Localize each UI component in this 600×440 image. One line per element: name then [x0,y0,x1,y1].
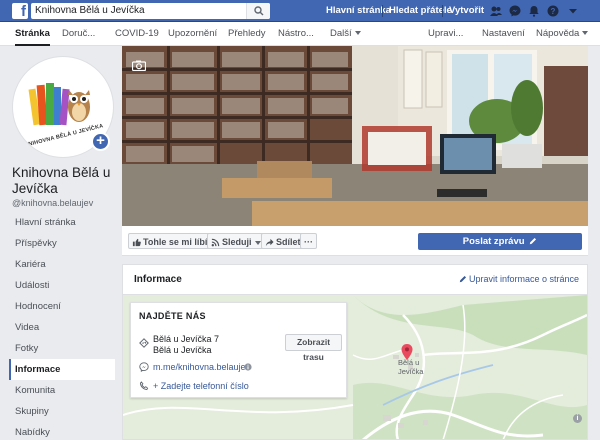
messenger-link[interactable]: m.me/knihovna.belaujev [153,362,250,372]
tab-settings[interactable]: Nastavení [482,22,525,46]
chevron-down-icon [582,31,589,36]
create-link[interactable]: Vytvořit [449,5,484,16]
top-navigation-bar: f Knihovna Bělá u Jevíčka Hlavní stránka… [0,0,600,22]
chevron-down-icon [254,240,261,245]
account-menu-arrow-icon[interactable] [566,4,580,18]
edit-link-label: Upravit informace o stránce [468,274,579,284]
sidebar-item-reviews[interactable]: Hodnocení [9,296,115,317]
tab-edit[interactable]: Upravi... [428,22,463,46]
map-place-label: Bělá u Jevíčka [398,358,424,376]
camera-icon[interactable] [132,60,146,71]
share-arrow-icon [265,238,274,247]
more-options-button[interactable]: ··· [300,233,317,249]
notifications-bell-icon[interactable] [527,4,541,18]
facebook-logo-icon[interactable]: f [12,3,28,19]
find-us-heading: NAJDĚTE NÁS [139,311,206,321]
add-phone-link[interactable]: + Zadejte telefonní číslo [153,381,249,391]
search-icon [254,6,264,16]
follow-button[interactable]: Sleduji [207,233,265,249]
map-info-icon[interactable]: i [573,414,582,423]
cover-photo[interactable] [122,46,588,226]
search-box[interactable]: Knihovna Bělá u Jevíčka [31,3,270,19]
address-line-2: Bělá u Jevíčka [153,345,212,355]
tab-more[interactable]: Další [330,22,361,46]
messenger-icon[interactable] [508,4,522,18]
sidebar-item-events[interactable]: Události [9,275,115,296]
tab-covid[interactable]: COVID-19 [115,22,159,46]
messenger-icon [139,362,149,372]
tab-help-label: Nápověda [536,28,580,39]
sidebar-item-jobs[interactable]: Kariéra [9,254,115,275]
sidebar-item-videos[interactable]: Videa [9,317,115,338]
share-label: Sdílet [276,237,301,247]
tab-help[interactable]: Nápověda [536,22,589,46]
tab-tools[interactable]: Nástro... [278,22,314,46]
address-block: Bělá u Jevíčka 7 Bělá u Jevíčka [153,334,219,356]
get-directions-button[interactable]: Zobrazit trasu [285,334,342,362]
add-profile-photo-button[interactable]: + [91,132,110,151]
sidebar-item-groups[interactable]: Skupiny [9,401,115,422]
address-line-1: Bělá u Jevíčka 7 [153,334,220,344]
page-management-bar: Stránka Doruč... COVID-19 Upozornění Pře… [0,22,600,46]
tab-more-label: Další [330,28,352,39]
edit-page-info-link[interactable]: Upravit informace o stránce [459,274,579,284]
like-label: Tohle se mi líbí [143,237,208,247]
follow-rss-icon [211,238,220,247]
divider [382,5,383,17]
tab-notifications[interactable]: Upozornění [168,22,217,46]
search-button[interactable] [246,3,270,19]
friend-requests-icon[interactable] [489,4,503,18]
tab-page[interactable]: Stránka [15,22,50,46]
pencil-icon [459,275,466,283]
tab-insights[interactable]: Přehledy [228,22,266,46]
help-icon[interactable]: ? [546,4,560,18]
search-input[interactable]: Knihovna Bělá u Jevíčka [35,5,145,16]
pencil-icon [530,237,537,245]
info-icon[interactable] [244,363,252,371]
library-interior-photo [122,46,588,226]
sidebar-item-community[interactable]: Komunita [9,380,115,401]
find-us-card: NAJDĚTE NÁS Bělá u Jevíčka 7 Bělá u Jeví… [130,302,347,398]
divider [442,5,443,17]
page-side-navigation: Hlavní stránka Příspěvky Kariéra Událost… [9,212,115,440]
phone-icon [139,381,149,391]
sidebar-item-offers[interactable]: Nabídky [9,422,115,440]
thumbs-up-icon [132,238,141,247]
page-title: Knihovna Bělá u Jevíčka [12,165,111,196]
sidebar-item-posts[interactable]: Příspěvky [9,233,115,254]
sidebar-item-photos[interactable]: Fotky [9,338,115,359]
send-message-label: Poslat zprávu [462,236,525,247]
follow-label: Sleduji [222,237,252,247]
page-username[interactable]: @knihovna.belaujev [12,198,93,208]
share-button[interactable]: Sdílet [261,233,305,249]
svg-text:?: ? [551,7,556,16]
send-message-button[interactable]: Poslat zprávu [418,233,582,250]
chevron-down-icon [354,31,361,36]
tab-inbox[interactable]: Doruč... [62,22,95,46]
sidebar-item-about[interactable]: Informace [9,359,115,380]
directions-diamond-icon [139,338,149,348]
sidebar-item-home[interactable]: Hlavní stránka [9,212,115,233]
section-title: Informace [134,274,182,285]
